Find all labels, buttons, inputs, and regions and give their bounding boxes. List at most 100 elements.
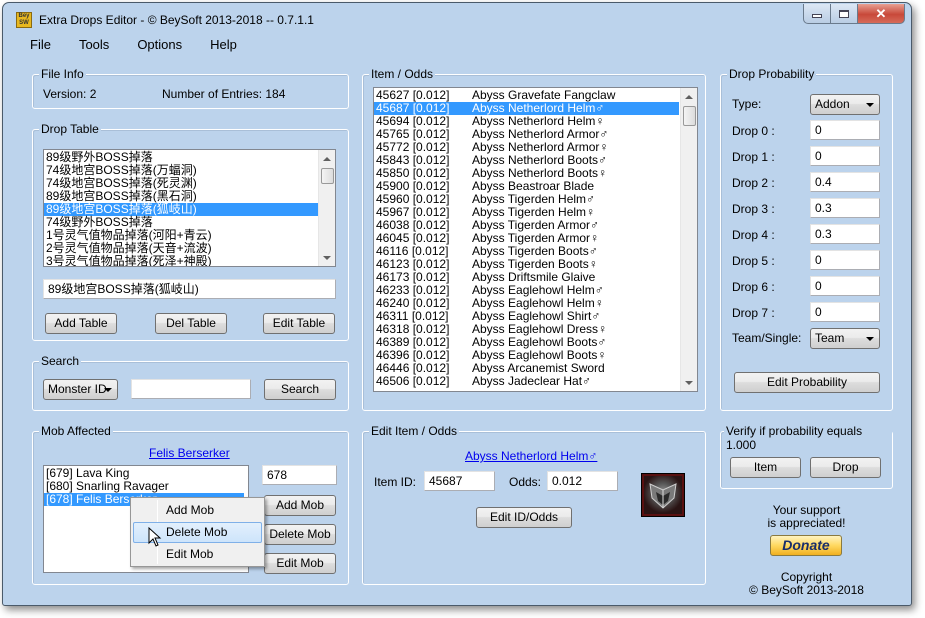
item-name: Abyss Netherlord Helm♂ <box>472 101 605 115</box>
edit-table-button[interactable]: Edit Table <box>263 313 335 334</box>
team-single-label: Team/Single: <box>732 331 802 345</box>
item-name: Abyss Eaglehowl Shirt♂ <box>472 309 601 323</box>
drop-1-input[interactable]: 0 <box>810 146 880 166</box>
file-info-group: File Info Version: 2 Number of Entries: … <box>32 67 349 109</box>
item-name: Abyss Jadeclear Hat♂ <box>472 374 592 388</box>
item-odds-title: Item / Odds <box>369 67 436 81</box>
mob-name-link[interactable]: Felis Berserker <box>149 446 230 460</box>
minimize-button[interactable] <box>803 4 831 24</box>
maximize-button[interactable] <box>831 4 858 24</box>
drop-6-input[interactable]: 0 <box>810 276 880 296</box>
item-odds-row[interactable]: 46506 [0.012] Abyss Jadeclear Hat♂ <box>374 375 679 388</box>
search-mode-value: Monster ID <box>48 382 107 396</box>
scroll-thumb[interactable] <box>683 106 696 126</box>
title-bar[interactable]: Bey SW Extra Drops Editor - © BeySoft 20… <box>3 3 911 33</box>
item-id-odds: 46506 [0.012] <box>376 374 450 388</box>
drop-2-input[interactable]: 0.4 <box>810 172 880 192</box>
drop-probability-group: Drop Probability Type: Addon Drop 0 : 0 Dr… <box>720 67 893 411</box>
menu-options[interactable]: Options <box>119 33 192 53</box>
drop-table-title: Drop Table <box>39 122 101 136</box>
scroll-thumb[interactable] <box>321 168 334 184</box>
team-single-dropdown[interactable]: Team <box>810 328 880 349</box>
drop-2-label: Drop 2 : <box>732 176 775 190</box>
scroll-down-icon[interactable] <box>685 381 693 385</box>
drop-5-input[interactable]: 0 <box>810 250 880 270</box>
edit-probability-button[interactable]: Edit Probability <box>734 372 880 393</box>
type-dropdown[interactable]: Addon <box>810 94 880 115</box>
minimize-icon <box>812 14 822 18</box>
copyright-text: Copyright © BeySoft 2013-2018 <box>720 571 893 597</box>
helm-glyph-icon <box>649 483 677 509</box>
menu-tools[interactable]: Tools <box>61 33 119 53</box>
search-mode-dropdown[interactable]: Monster ID <box>43 379 118 400</box>
item-odds-list[interactable]: 45627 [0.012] Abyss Gravefate Fangclaw 456… <box>373 87 698 392</box>
verify-item-button[interactable]: Item <box>730 457 801 478</box>
verify-drop-button[interactable]: Drop <box>810 457 881 478</box>
odds-input[interactable]: 0.012 <box>547 471 618 491</box>
drop-7-label: Drop 7 : <box>732 306 775 320</box>
item-name: Abyss Netherlord Boots♀ <box>472 166 608 180</box>
search-group: Search Monster ID Search <box>32 354 349 411</box>
drop-4-input[interactable]: 0.3 <box>810 224 880 244</box>
maximize-icon <box>839 9 849 18</box>
drop-3-input[interactable]: 0.3 <box>810 198 880 218</box>
odds-label: Odds: <box>509 475 542 489</box>
add-mob-button[interactable]: Add Mob <box>264 495 336 516</box>
team-single-value: Team <box>815 331 845 345</box>
delete-mob-button[interactable]: Delete Mob <box>264 524 336 545</box>
item-name: Abyss Eaglehowl Boots♂ <box>472 335 607 349</box>
drop-0-label: Drop 0 : <box>732 124 775 138</box>
item-name: Abyss Netherlord Helm♀ <box>472 114 605 128</box>
add-table-button[interactable]: Add Table <box>45 313 117 334</box>
support-text: Your support is appreciated! <box>720 504 893 530</box>
mob-id-input[interactable]: 678 <box>262 465 337 485</box>
item-id-input[interactable]: 45687 <box>424 471 495 491</box>
donate-button[interactable]: Donate <box>770 535 842 556</box>
drop-table-item[interactable]: 3号灵气值物品掉落(死泽+神殿) <box>44 255 335 267</box>
del-table-button[interactable]: Del Table <box>155 313 227 334</box>
drop-table-scrollbar[interactable] <box>318 150 335 266</box>
menu-help[interactable]: Help <box>192 33 247 53</box>
chevron-down-icon <box>866 103 874 107</box>
version-label: Version: 2 <box>43 87 97 101</box>
ctx-edit-mob[interactable]: Edit Mob <box>133 544 262 565</box>
item-odds-group: Item / Odds 45627 [0.012] Abyss Gravefate… <box>362 67 706 411</box>
drop-7-input[interactable]: 0 <box>810 302 880 322</box>
menu-file[interactable]: File <box>11 33 61 53</box>
scroll-up-icon[interactable] <box>323 157 331 161</box>
scroll-up-icon[interactable] <box>685 95 693 99</box>
drop-probability-title: Drop Probability <box>727 67 817 81</box>
item-name: Abyss Driftsmile Glaive <box>472 270 596 284</box>
item-name: Abyss Tigerden Armor♂ <box>472 218 600 232</box>
drop-table-group: Drop Table 89级野外BOSS掉落 74级地宫BOSS掉落(万蝠洞) 74… <box>32 122 349 341</box>
drop-0-input[interactable]: 0 <box>810 120 880 140</box>
chevron-down-icon <box>866 337 874 341</box>
item-name-link[interactable]: Abyss Netherlord Helm♂ <box>465 449 597 463</box>
drop-table-list[interactable]: 89级野外BOSS掉落 74级地宫BOSS掉落(万蝠洞) 74级地宫BOSS掉落(死… <box>43 149 336 267</box>
type-label: Type: <box>732 97 762 111</box>
file-info-title: File Info <box>39 67 86 81</box>
item-name: Abyss Arcanemist Sword <box>472 361 605 375</box>
item-name: Abyss Tigerden Boots♀ <box>472 257 598 271</box>
close-button[interactable]: ✕ <box>858 4 905 24</box>
drop-1-label: Drop 1 : <box>732 150 775 164</box>
search-button[interactable]: Search <box>264 379 336 400</box>
entries-label: Number of Entries: 184 <box>162 87 286 101</box>
search-title: Search <box>39 354 82 368</box>
item-name: Abyss Netherlord Armor♂ <box>472 127 609 141</box>
verify-title: Verify if probability equals 1.000 <box>724 424 892 452</box>
edit-id-odds-button[interactable]: Edit ID/Odds <box>476 507 572 528</box>
mouse-cursor-icon <box>148 527 162 547</box>
item-name: Abyss Eaglehowl Boots♀ <box>472 348 607 362</box>
item-odds-scrollbar[interactable] <box>680 88 697 391</box>
edit-item-title: Edit Item / Odds <box>369 424 460 438</box>
table-name-input[interactable]: 89级地宫BOSS掉落(狐岐山) <box>43 279 336 299</box>
type-value: Addon <box>815 97 850 111</box>
item-name: Abyss Eaglehowl Helm♀ <box>472 296 604 310</box>
drop-5-label: Drop 5 : <box>732 254 775 268</box>
item-name: Abyss Gravefate Fangclaw <box>472 88 616 102</box>
edit-mob-button[interactable]: Edit Mob <box>264 553 336 574</box>
ctx-add-mob[interactable]: Add Mob <box>133 500 262 521</box>
search-input[interactable] <box>131 379 251 399</box>
scroll-down-icon[interactable] <box>323 256 331 260</box>
